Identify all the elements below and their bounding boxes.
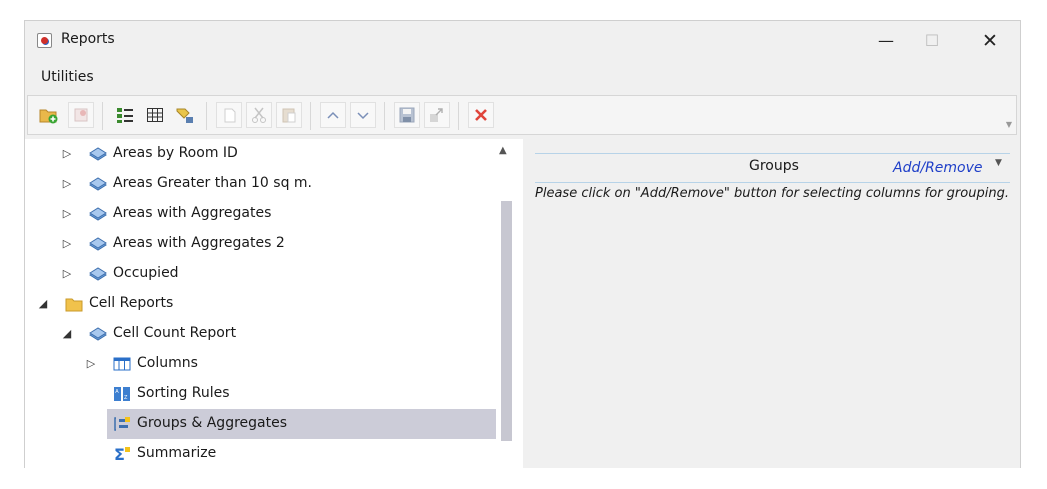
groups-title: Groups: [749, 158, 799, 174]
maximize-button[interactable]: ☐: [909, 27, 955, 55]
save-icon: [399, 107, 415, 123]
move-down-button[interactable]: [350, 102, 376, 128]
tree-item[interactable]: ▷ Areas by Room ID: [25, 139, 495, 169]
expand-arrow-icon[interactable]: ▷: [85, 357, 97, 370]
toolbar-separator: [206, 102, 207, 130]
tree-item-label: Areas with Aggregates: [113, 205, 272, 221]
tree-item[interactable]: Groups & Aggregates: [107, 409, 496, 439]
title-bar: Reports — ☐ ✕: [25, 21, 1020, 61]
report-icon: [89, 236, 107, 252]
tree-item[interactable]: ▷ Columns: [25, 349, 495, 379]
delete-button[interactable]: [468, 102, 494, 128]
list-view-icon: [117, 108, 133, 123]
tree-item[interactable]: A Z Sorting Rules: [25, 379, 495, 409]
expand-arrow-icon[interactable]: ▷: [61, 237, 73, 250]
tag-icon: [176, 108, 193, 123]
collapse-arrow-icon[interactable]: ◢: [37, 297, 49, 310]
toolbar-separator: [310, 102, 311, 130]
tree-item-label: Columns: [137, 355, 198, 371]
minimize-button[interactable]: —: [863, 27, 909, 55]
expand-arrow-icon[interactable]: ▷: [61, 267, 73, 280]
toolbar-separator: [384, 102, 385, 130]
tree-item[interactable]: ▷ Areas Greater than 10 sq m.: [25, 169, 495, 199]
chevron-down-icon: [357, 112, 369, 120]
delete-icon: [475, 109, 487, 121]
new-folder-icon: [39, 109, 58, 124]
expand-arrow-icon[interactable]: ▷: [61, 177, 73, 190]
grouping-hint: Please click on "Add/Remove" button for …: [535, 186, 1009, 201]
tree-item-label: Cell Count Report: [113, 325, 237, 341]
tree-item-label: Cell Reports: [89, 295, 174, 311]
tree-item[interactable]: ▷ Areas with Aggregates: [25, 199, 495, 229]
table-icon: [147, 108, 163, 122]
report-icon: [89, 206, 107, 222]
tree-item[interactable]: ▷ Areas with Aggregates 2: [25, 229, 495, 259]
tree-item-label: Occupied: [113, 265, 179, 281]
new-folder-button[interactable]: [36, 102, 62, 128]
folder-icon: [65, 296, 83, 312]
tree-item-label: Areas by Room ID: [113, 145, 238, 161]
copy-icon: [224, 108, 236, 123]
tree-item[interactable]: ◢ Cell Count Report: [25, 319, 495, 349]
reports-window: Reports — ☐ ✕ Utilities ▼ Σ Summarize Gr…: [24, 20, 1021, 468]
toolbar-separator: [102, 102, 103, 130]
chevron-down-icon[interactable]: ▼: [995, 158, 1002, 168]
paste-icon: [282, 108, 296, 123]
report-icon: [89, 176, 107, 192]
tree-item-label: Summarize: [137, 445, 217, 461]
columns-icon: [113, 356, 131, 372]
scroll-up-arrow-icon[interactable]: ▲: [499, 145, 507, 156]
tree-item-label: Areas Greater than 10 sq m.: [113, 175, 313, 191]
paste-button[interactable]: [276, 102, 302, 128]
new-report-icon: [74, 108, 88, 122]
tree-item-label: Groups & Aggregates: [137, 415, 288, 431]
tree-item[interactable]: Σ Summarize: [25, 439, 495, 468]
report-icon: [89, 326, 107, 342]
groups-header: Groups Add/Remove ▼: [535, 153, 1010, 183]
menu-utilities[interactable]: Utilities: [41, 69, 94, 85]
tree-item[interactable]: ◢ Cell Reports: [25, 289, 495, 319]
window-title: Reports: [61, 31, 115, 47]
tree-scrollbar-thumb[interactable]: [501, 201, 512, 441]
chevron-up-icon: [327, 111, 339, 119]
cut-button[interactable]: [246, 102, 272, 128]
move-up-button[interactable]: [320, 102, 346, 128]
tree-item-label: Areas with Aggregates 2: [113, 235, 285, 251]
report-icon: [89, 266, 107, 282]
app-icon: [37, 33, 52, 48]
tree-item-label: Sorting Rules: [137, 385, 230, 401]
tag-button[interactable]: [172, 102, 198, 128]
toolbar: ▼: [27, 95, 1017, 135]
summarize-icon: Σ: [113, 445, 131, 464]
table-view-button[interactable]: [142, 102, 168, 128]
svg-text:Z: Z: [124, 395, 128, 401]
sorting-icon: AZ: [113, 386, 131, 402]
add-remove-link[interactable]: Add/Remove: [893, 160, 983, 176]
list-view-button[interactable]: [112, 102, 138, 128]
groups-icon: [113, 416, 131, 432]
close-button[interactable]: ✕: [967, 27, 1013, 55]
collapse-arrow-icon[interactable]: ◢: [61, 327, 73, 340]
report-icon: [89, 146, 107, 162]
svg-text:Σ: Σ: [114, 446, 125, 462]
new-report-button[interactable]: [68, 102, 94, 128]
expand-arrow-icon[interactable]: ▷: [61, 147, 73, 160]
save-button[interactable]: [394, 102, 420, 128]
svg-text:A: A: [115, 389, 119, 395]
report-tree: Σ Summarize Groups & Aggregates A Z Sorting R…: [25, 139, 523, 468]
export-button[interactable]: [424, 102, 450, 128]
toolbar-separator: [458, 102, 459, 130]
groups-panel: Groups Add/Remove ▼ Please click on "Add…: [525, 139, 1020, 468]
expand-arrow-icon[interactable]: ▷: [61, 207, 73, 220]
scissors-icon: [252, 107, 266, 123]
toolbar-overflow-icon[interactable]: ▼: [1006, 120, 1012, 129]
tree-item[interactable]: ▷ Occupied: [25, 259, 495, 289]
export-icon: [430, 108, 443, 122]
copy-button[interactable]: [216, 102, 242, 128]
